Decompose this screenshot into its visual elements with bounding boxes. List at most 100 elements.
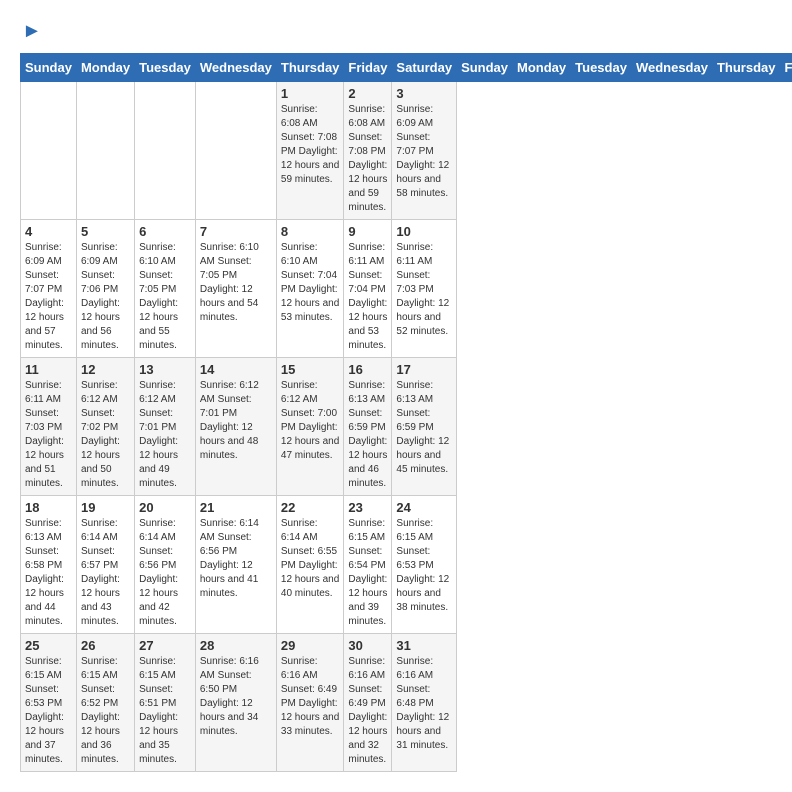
calendar-cell: 30 Sunrise: 6:16 AM Sunset: 6:49 PM Dayli… <box>344 634 392 772</box>
day-info: Sunrise: 6:11 AM Sunset: 7:03 PM Dayligh… <box>396 241 452 339</box>
day-info: Sunrise: 6:11 AM Sunset: 7:03 PM Dayligh… <box>25 379 72 491</box>
calendar-week-row: 1 Sunrise: 6:08 AM Sunset: 7:08 PM Daylig… <box>21 82 792 220</box>
calendar-cell: 4 Sunrise: 6:09 AM Sunset: 7:07 PM Daylig… <box>21 220 77 358</box>
day-number: 11 <box>25 362 72 377</box>
calendar-cell: 16 Sunrise: 6:13 AM Sunset: 6:59 PM Dayli… <box>344 358 392 496</box>
day-info: Sunrise: 6:12 AM Sunset: 7:01 PM Dayligh… <box>200 379 272 463</box>
calendar-cell: 14 Sunrise: 6:12 AM Sunset: 7:01 PM Dayli… <box>195 358 276 496</box>
calendar-cell <box>195 82 276 220</box>
column-header-monday: Monday <box>76 54 134 82</box>
day-number: 16 <box>348 362 387 377</box>
day-info: Sunrise: 6:16 AM Sunset: 6:49 PM Dayligh… <box>281 655 340 739</box>
day-info: Sunrise: 6:10 AM Sunset: 7:05 PM Dayligh… <box>200 241 272 325</box>
column-header-thursday: Thursday <box>712 54 780 82</box>
day-info: Sunrise: 6:10 AM Sunset: 7:05 PM Dayligh… <box>139 241 191 353</box>
calendar-cell: 17 Sunrise: 6:13 AM Sunset: 6:59 PM Dayli… <box>392 358 457 496</box>
calendar-week-row: 11 Sunrise: 6:11 AM Sunset: 7:03 PM Dayli… <box>21 358 792 496</box>
day-number: 31 <box>396 638 452 653</box>
day-number: 13 <box>139 362 191 377</box>
day-info: Sunrise: 6:14 AM Sunset: 6:56 PM Dayligh… <box>200 517 272 601</box>
day-info: Sunrise: 6:16 AM Sunset: 6:48 PM Dayligh… <box>396 655 452 753</box>
day-info: Sunrise: 6:13 AM Sunset: 6:59 PM Dayligh… <box>396 379 452 477</box>
day-number: 8 <box>281 224 340 239</box>
day-number: 30 <box>348 638 387 653</box>
calendar-cell <box>76 82 134 220</box>
day-number: 4 <box>25 224 72 239</box>
day-number: 22 <box>281 500 340 515</box>
calendar-cell: 6Sunrise: 6:10 AM Sunset: 7:05 PM Daylig… <box>135 220 196 358</box>
page-header: ► <box>20 20 772 43</box>
day-info: Sunrise: 6:09 AM Sunset: 7:07 PM Dayligh… <box>25 241 72 353</box>
calendar-cell: 27 Sunrise: 6:15 AM Sunset: 6:51 PM Dayli… <box>135 634 196 772</box>
day-info: Sunrise: 6:12 AM Sunset: 7:01 PM Dayligh… <box>139 379 191 491</box>
day-number: 29 <box>281 638 340 653</box>
calendar-week-row: 25 Sunrise: 6:15 AM Sunset: 6:53 PM Dayli… <box>21 634 792 772</box>
day-info: Sunrise: 6:13 AM Sunset: 6:59 PM Dayligh… <box>348 379 387 491</box>
calendar-cell: 3Sunrise: 6:09 AM Sunset: 7:07 PM Daylig… <box>392 82 457 220</box>
column-header-sunday: Sunday <box>21 54 77 82</box>
calendar-cell: 15 Sunrise: 6:12 AM Sunset: 7:00 PM Dayli… <box>276 358 344 496</box>
day-info: Sunrise: 6:15 AM Sunset: 6:51 PM Dayligh… <box>139 655 191 767</box>
calendar-cell: 18Sunrise: 6:13 AM Sunset: 6:58 PM Dayli… <box>21 496 77 634</box>
calendar-cell: 31 Sunrise: 6:16 AM Sunset: 6:48 PM Dayli… <box>392 634 457 772</box>
day-number: 20 <box>139 500 191 515</box>
day-info: Sunrise: 6:10 AM Sunset: 7:04 PM Dayligh… <box>281 241 340 325</box>
day-info: Sunrise: 6:15 AM Sunset: 6:53 PM Dayligh… <box>396 517 452 615</box>
column-header-thursday: Thursday <box>276 54 344 82</box>
day-info: Sunrise: 6:09 AM Sunset: 7:07 PM Dayligh… <box>396 103 452 201</box>
day-info: Sunrise: 6:08 AM Sunset: 7:08 PM Dayligh… <box>348 103 387 215</box>
day-number: 27 <box>139 638 191 653</box>
day-number: 17 <box>396 362 452 377</box>
column-header-friday: Friday <box>780 54 792 82</box>
day-number: 21 <box>200 500 272 515</box>
logo-bird-icon: ► <box>22 20 42 43</box>
column-header-friday: Friday <box>344 54 392 82</box>
day-number: 24 <box>396 500 452 515</box>
day-info: Sunrise: 6:08 AM Sunset: 7:08 PM Dayligh… <box>281 103 340 187</box>
column-header-tuesday: Tuesday <box>135 54 196 82</box>
day-info: Sunrise: 6:16 AM Sunset: 6:50 PM Dayligh… <box>200 655 272 739</box>
column-header-wednesday: Wednesday <box>631 54 712 82</box>
column-header-sunday: Sunday <box>457 54 513 82</box>
day-info: Sunrise: 6:15 AM Sunset: 6:53 PM Dayligh… <box>25 655 72 767</box>
day-info: Sunrise: 6:14 AM Sunset: 6:55 PM Dayligh… <box>281 517 340 601</box>
day-number: 9 <box>348 224 387 239</box>
day-info: Sunrise: 6:12 AM Sunset: 7:00 PM Dayligh… <box>281 379 340 463</box>
calendar-cell: 12 Sunrise: 6:12 AM Sunset: 7:02 PM Dayli… <box>76 358 134 496</box>
day-number: 19 <box>81 500 130 515</box>
calendar-cell: 13 Sunrise: 6:12 AM Sunset: 7:01 PM Dayli… <box>135 358 196 496</box>
calendar-cell: 19 Sunrise: 6:14 AM Sunset: 6:57 PM Dayli… <box>76 496 134 634</box>
calendar-cell: 11 Sunrise: 6:11 AM Sunset: 7:03 PM Dayli… <box>21 358 77 496</box>
day-number: 23 <box>348 500 387 515</box>
day-number: 14 <box>200 362 272 377</box>
logo: ► <box>20 20 42 43</box>
calendar-cell: 1 Sunrise: 6:08 AM Sunset: 7:08 PM Daylig… <box>276 82 344 220</box>
calendar-cell: 26Sunrise: 6:15 AM Sunset: 6:52 PM Dayli… <box>76 634 134 772</box>
day-info: Sunrise: 6:13 AM Sunset: 6:58 PM Dayligh… <box>25 517 72 629</box>
calendar-cell: 10 Sunrise: 6:11 AM Sunset: 7:03 PM Dayli… <box>392 220 457 358</box>
day-number: 1 <box>281 86 340 101</box>
day-number: 25 <box>25 638 72 653</box>
day-info: Sunrise: 6:12 AM Sunset: 7:02 PM Dayligh… <box>81 379 130 491</box>
calendar-header-row: SundayMondayTuesdayWednesdayThursdayFrid… <box>21 54 792 82</box>
day-info: Sunrise: 6:14 AM Sunset: 6:57 PM Dayligh… <box>81 517 130 629</box>
calendar-cell <box>21 82 77 220</box>
day-info: Sunrise: 6:09 AM Sunset: 7:06 PM Dayligh… <box>81 241 130 353</box>
day-info: Sunrise: 6:16 AM Sunset: 6:49 PM Dayligh… <box>348 655 387 767</box>
calendar-cell: 28 Sunrise: 6:16 AM Sunset: 6:50 PM Dayli… <box>195 634 276 772</box>
day-number: 2 <box>348 86 387 101</box>
day-number: 15 <box>281 362 340 377</box>
calendar-week-row: 4 Sunrise: 6:09 AM Sunset: 7:07 PM Daylig… <box>21 220 792 358</box>
day-info: Sunrise: 6:14 AM Sunset: 6:56 PM Dayligh… <box>139 517 191 629</box>
day-number: 5 <box>81 224 130 239</box>
calendar-cell: 25 Sunrise: 6:15 AM Sunset: 6:53 PM Dayli… <box>21 634 77 772</box>
day-number: 12 <box>81 362 130 377</box>
calendar-cell: 22 Sunrise: 6:14 AM Sunset: 6:55 PM Dayli… <box>276 496 344 634</box>
day-number: 10 <box>396 224 452 239</box>
calendar-cell: 2 Sunrise: 6:08 AM Sunset: 7:08 PM Daylig… <box>344 82 392 220</box>
calendar-cell: 29 Sunrise: 6:16 AM Sunset: 6:49 PM Dayli… <box>276 634 344 772</box>
calendar-cell: 23Sunrise: 6:15 AM Sunset: 6:54 PM Dayli… <box>344 496 392 634</box>
calendar-cell: 21 Sunrise: 6:14 AM Sunset: 6:56 PM Dayli… <box>195 496 276 634</box>
day-number: 26 <box>81 638 130 653</box>
day-number: 28 <box>200 638 272 653</box>
